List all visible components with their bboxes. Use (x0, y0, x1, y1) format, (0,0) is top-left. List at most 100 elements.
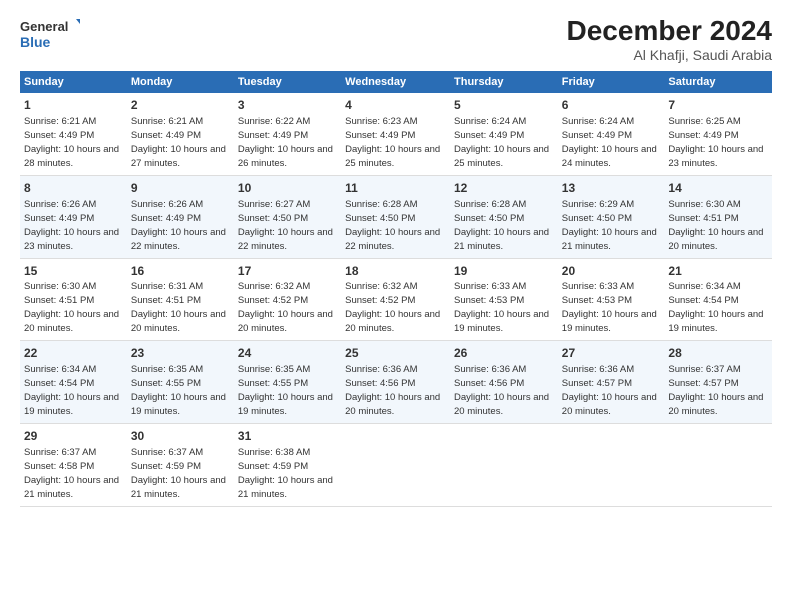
table-cell: 6 Sunrise: 6:24 AMSunset: 4:49 PMDayligh… (558, 93, 665, 175)
day-info: Sunrise: 6:37 AMSunset: 4:59 PMDaylight:… (131, 447, 226, 500)
day-number: 1 (24, 97, 123, 114)
table-cell (558, 424, 665, 507)
day-info: Sunrise: 6:28 AMSunset: 4:50 PMDaylight:… (345, 199, 440, 252)
table-cell: 7 Sunrise: 6:25 AMSunset: 4:49 PMDayligh… (664, 93, 772, 175)
col-friday: Friday (558, 71, 665, 93)
day-number: 9 (131, 180, 230, 197)
table-cell (664, 424, 772, 507)
table-cell: 4 Sunrise: 6:23 AMSunset: 4:49 PMDayligh… (341, 93, 450, 175)
table-cell: 28 Sunrise: 6:37 AMSunset: 4:57 PMDaylig… (664, 341, 772, 424)
table-cell: 18 Sunrise: 6:32 AMSunset: 4:52 PMDaylig… (341, 258, 450, 341)
logo: General Blue (20, 15, 80, 55)
table-cell: 26 Sunrise: 6:36 AMSunset: 4:56 PMDaylig… (450, 341, 558, 424)
title-section: December 2024 Al Khafji, Saudi Arabia (567, 15, 772, 63)
day-info: Sunrise: 6:27 AMSunset: 4:50 PMDaylight:… (238, 199, 333, 252)
day-number: 3 (238, 97, 337, 114)
col-saturday: Saturday (664, 71, 772, 93)
day-info: Sunrise: 6:21 AMSunset: 4:49 PMDaylight:… (131, 116, 226, 169)
table-cell: 1 Sunrise: 6:21 AMSunset: 4:49 PMDayligh… (20, 93, 127, 175)
col-sunday: Sunday (20, 71, 127, 93)
day-number: 5 (454, 97, 554, 114)
day-info: Sunrise: 6:30 AMSunset: 4:51 PMDaylight:… (24, 281, 119, 334)
day-info: Sunrise: 6:24 AMSunset: 4:49 PMDaylight:… (562, 116, 657, 169)
day-info: Sunrise: 6:26 AMSunset: 4:49 PMDaylight:… (24, 199, 119, 252)
table-cell (341, 424, 450, 507)
day-number: 21 (668, 263, 768, 280)
day-info: Sunrise: 6:29 AMSunset: 4:50 PMDaylight:… (562, 199, 657, 252)
logo-svg: General Blue (20, 15, 80, 55)
table-cell: 15 Sunrise: 6:30 AMSunset: 4:51 PMDaylig… (20, 258, 127, 341)
day-info: Sunrise: 6:34 AMSunset: 4:54 PMDaylight:… (24, 364, 119, 417)
day-number: 15 (24, 263, 123, 280)
header: General Blue December 2024 Al Khafji, Sa… (20, 15, 772, 63)
table-row: 29 Sunrise: 6:37 AMSunset: 4:58 PMDaylig… (20, 424, 772, 507)
table-cell: 14 Sunrise: 6:30 AMSunset: 4:51 PMDaylig… (664, 175, 772, 258)
day-number: 12 (454, 180, 554, 197)
table-cell: 13 Sunrise: 6:29 AMSunset: 4:50 PMDaylig… (558, 175, 665, 258)
table-cell: 2 Sunrise: 6:21 AMSunset: 4:49 PMDayligh… (127, 93, 234, 175)
main-container: General Blue December 2024 Al Khafji, Sa… (0, 0, 792, 517)
day-info: Sunrise: 6:35 AMSunset: 4:55 PMDaylight:… (238, 364, 333, 417)
day-number: 14 (668, 180, 768, 197)
table-cell: 3 Sunrise: 6:22 AMSunset: 4:49 PMDayligh… (234, 93, 341, 175)
table-row: 15 Sunrise: 6:30 AMSunset: 4:51 PMDaylig… (20, 258, 772, 341)
day-info: Sunrise: 6:35 AMSunset: 4:55 PMDaylight:… (131, 364, 226, 417)
day-number: 8 (24, 180, 123, 197)
calendar-table: Sunday Monday Tuesday Wednesday Thursday… (20, 71, 772, 507)
table-cell: 24 Sunrise: 6:35 AMSunset: 4:55 PMDaylig… (234, 341, 341, 424)
day-info: Sunrise: 6:36 AMSunset: 4:57 PMDaylight:… (562, 364, 657, 417)
table-cell: 10 Sunrise: 6:27 AMSunset: 4:50 PMDaylig… (234, 175, 341, 258)
table-cell (450, 424, 558, 507)
day-number: 29 (24, 428, 123, 445)
day-number: 28 (668, 345, 768, 362)
day-info: Sunrise: 6:21 AMSunset: 4:49 PMDaylight:… (24, 116, 119, 169)
calendar-body: 1 Sunrise: 6:21 AMSunset: 4:49 PMDayligh… (20, 93, 772, 506)
month-title: December 2024 (567, 15, 772, 47)
table-cell: 21 Sunrise: 6:34 AMSunset: 4:54 PMDaylig… (664, 258, 772, 341)
day-number: 27 (562, 345, 661, 362)
day-number: 4 (345, 97, 446, 114)
table-cell: 12 Sunrise: 6:28 AMSunset: 4:50 PMDaylig… (450, 175, 558, 258)
table-cell: 9 Sunrise: 6:26 AMSunset: 4:49 PMDayligh… (127, 175, 234, 258)
day-number: 22 (24, 345, 123, 362)
day-number: 2 (131, 97, 230, 114)
column-headers: Sunday Monday Tuesday Wednesday Thursday… (20, 71, 772, 93)
col-thursday: Thursday (450, 71, 558, 93)
col-monday: Monday (127, 71, 234, 93)
table-cell: 23 Sunrise: 6:35 AMSunset: 4:55 PMDaylig… (127, 341, 234, 424)
day-info: Sunrise: 6:33 AMSunset: 4:53 PMDaylight:… (454, 281, 549, 334)
table-cell: 25 Sunrise: 6:36 AMSunset: 4:56 PMDaylig… (341, 341, 450, 424)
table-cell: 8 Sunrise: 6:26 AMSunset: 4:49 PMDayligh… (20, 175, 127, 258)
day-number: 17 (238, 263, 337, 280)
day-info: Sunrise: 6:23 AMSunset: 4:49 PMDaylight:… (345, 116, 440, 169)
day-number: 30 (131, 428, 230, 445)
day-number: 7 (668, 97, 768, 114)
col-tuesday: Tuesday (234, 71, 341, 93)
table-row: 1 Sunrise: 6:21 AMSunset: 4:49 PMDayligh… (20, 93, 772, 175)
table-cell: 5 Sunrise: 6:24 AMSunset: 4:49 PMDayligh… (450, 93, 558, 175)
svg-text:General: General (20, 19, 68, 34)
day-number: 16 (131, 263, 230, 280)
table-cell: 31 Sunrise: 6:38 AMSunset: 4:59 PMDaylig… (234, 424, 341, 507)
day-info: Sunrise: 6:31 AMSunset: 4:51 PMDaylight:… (131, 281, 226, 334)
day-info: Sunrise: 6:36 AMSunset: 4:56 PMDaylight:… (345, 364, 440, 417)
day-number: 24 (238, 345, 337, 362)
day-number: 19 (454, 263, 554, 280)
table-cell: 22 Sunrise: 6:34 AMSunset: 4:54 PMDaylig… (20, 341, 127, 424)
day-info: Sunrise: 6:28 AMSunset: 4:50 PMDaylight:… (454, 199, 549, 252)
day-number: 25 (345, 345, 446, 362)
day-info: Sunrise: 6:34 AMSunset: 4:54 PMDaylight:… (668, 281, 763, 334)
table-cell: 20 Sunrise: 6:33 AMSunset: 4:53 PMDaylig… (558, 258, 665, 341)
svg-text:Blue: Blue (20, 34, 51, 50)
day-number: 23 (131, 345, 230, 362)
day-info: Sunrise: 6:25 AMSunset: 4:49 PMDaylight:… (668, 116, 763, 169)
day-number: 18 (345, 263, 446, 280)
table-cell: 27 Sunrise: 6:36 AMSunset: 4:57 PMDaylig… (558, 341, 665, 424)
col-wednesday: Wednesday (341, 71, 450, 93)
day-info: Sunrise: 6:36 AMSunset: 4:56 PMDaylight:… (454, 364, 549, 417)
table-cell: 17 Sunrise: 6:32 AMSunset: 4:52 PMDaylig… (234, 258, 341, 341)
day-number: 31 (238, 428, 337, 445)
day-info: Sunrise: 6:32 AMSunset: 4:52 PMDaylight:… (345, 281, 440, 334)
day-number: 13 (562, 180, 661, 197)
day-info: Sunrise: 6:32 AMSunset: 4:52 PMDaylight:… (238, 281, 333, 334)
